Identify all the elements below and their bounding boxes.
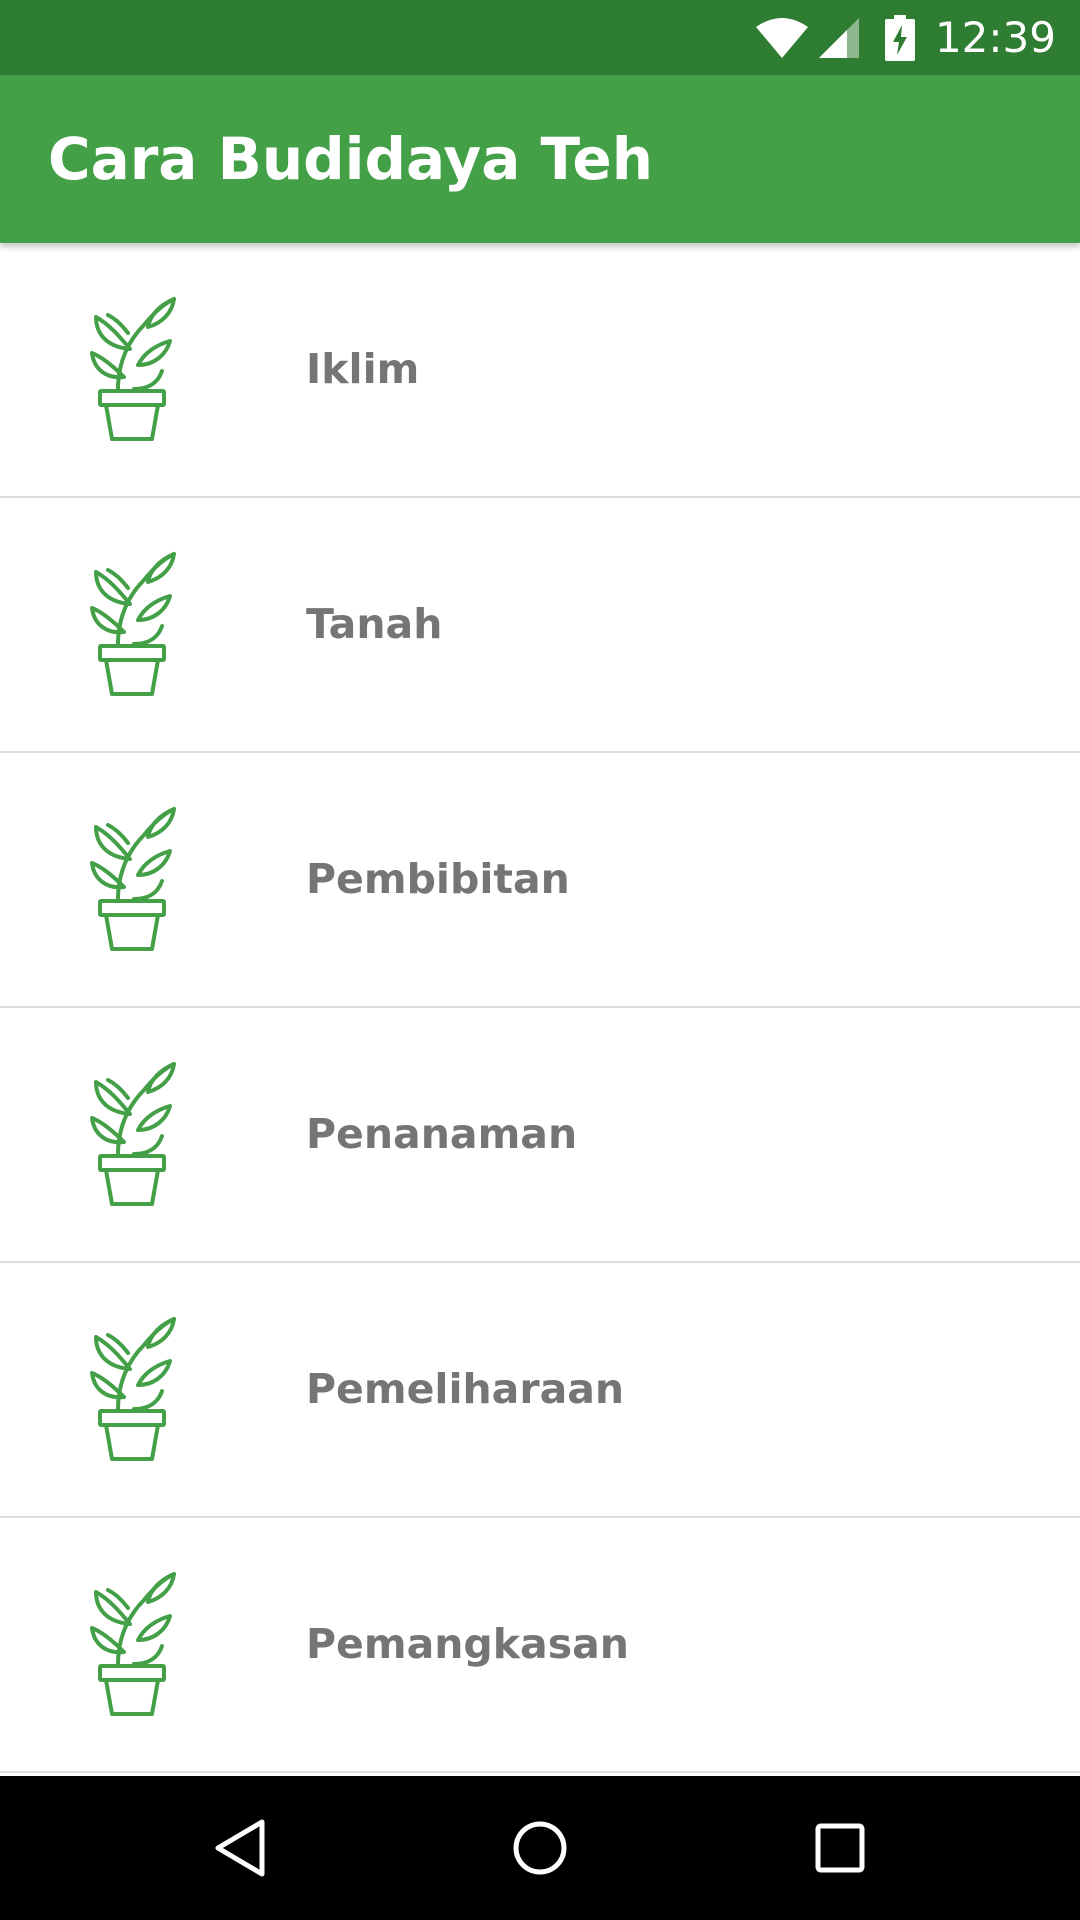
list-item-label: Pemangkasan [306, 1620, 629, 1668]
status-bar: 12:39 [0, 0, 1080, 75]
battery-charging-icon [884, 14, 915, 61]
list-item-label: Tanah [306, 600, 443, 648]
potted-plant-icon [90, 293, 180, 443]
potted-plant-icon [90, 1313, 180, 1463]
list-item-label: Iklim [306, 345, 420, 393]
home-icon [513, 1821, 567, 1875]
potted-plant-icon [90, 1058, 180, 1208]
list-item-iklim[interactable]: Iklim [0, 243, 1080, 498]
topic-list: Iklim Tanah Pembibitan Penanaman Pemelih… [0, 243, 1080, 1776]
wifi-icon [755, 17, 809, 59]
app-title: Cara Budidaya Teh [48, 125, 654, 193]
list-item-pembibitan[interactable]: Pembibitan [0, 753, 1080, 1008]
recents-icon [815, 1823, 865, 1873]
potted-plant-icon [90, 548, 180, 698]
list-item-pemeliharaan[interactable]: Pemeliharaan [0, 1263, 1080, 1518]
status-time: 12:39 [934, 13, 1056, 62]
potted-plant-icon [90, 1568, 180, 1718]
cell-signal-icon [817, 16, 861, 60]
list-item-label: Pembibitan [306, 855, 570, 903]
potted-plant-icon [90, 803, 180, 953]
recents-button[interactable] [770, 1776, 910, 1920]
list-item-tanah[interactable]: Tanah [0, 498, 1080, 753]
list-item-pemangkasan[interactable]: Pemangkasan [0, 1518, 1080, 1773]
list-item-label: Pemeliharaan [306, 1365, 625, 1413]
status-icons: 12:39 [755, 0, 1056, 75]
list-item-penanaman[interactable]: Penanaman [0, 1008, 1080, 1263]
back-icon [215, 1819, 265, 1877]
navigation-bar [0, 1776, 1080, 1920]
home-button[interactable] [470, 1776, 610, 1920]
back-button[interactable] [170, 1776, 310, 1920]
app-bar: Cara Budidaya Teh [0, 75, 1080, 243]
list-item-label: Penanaman [306, 1110, 578, 1158]
